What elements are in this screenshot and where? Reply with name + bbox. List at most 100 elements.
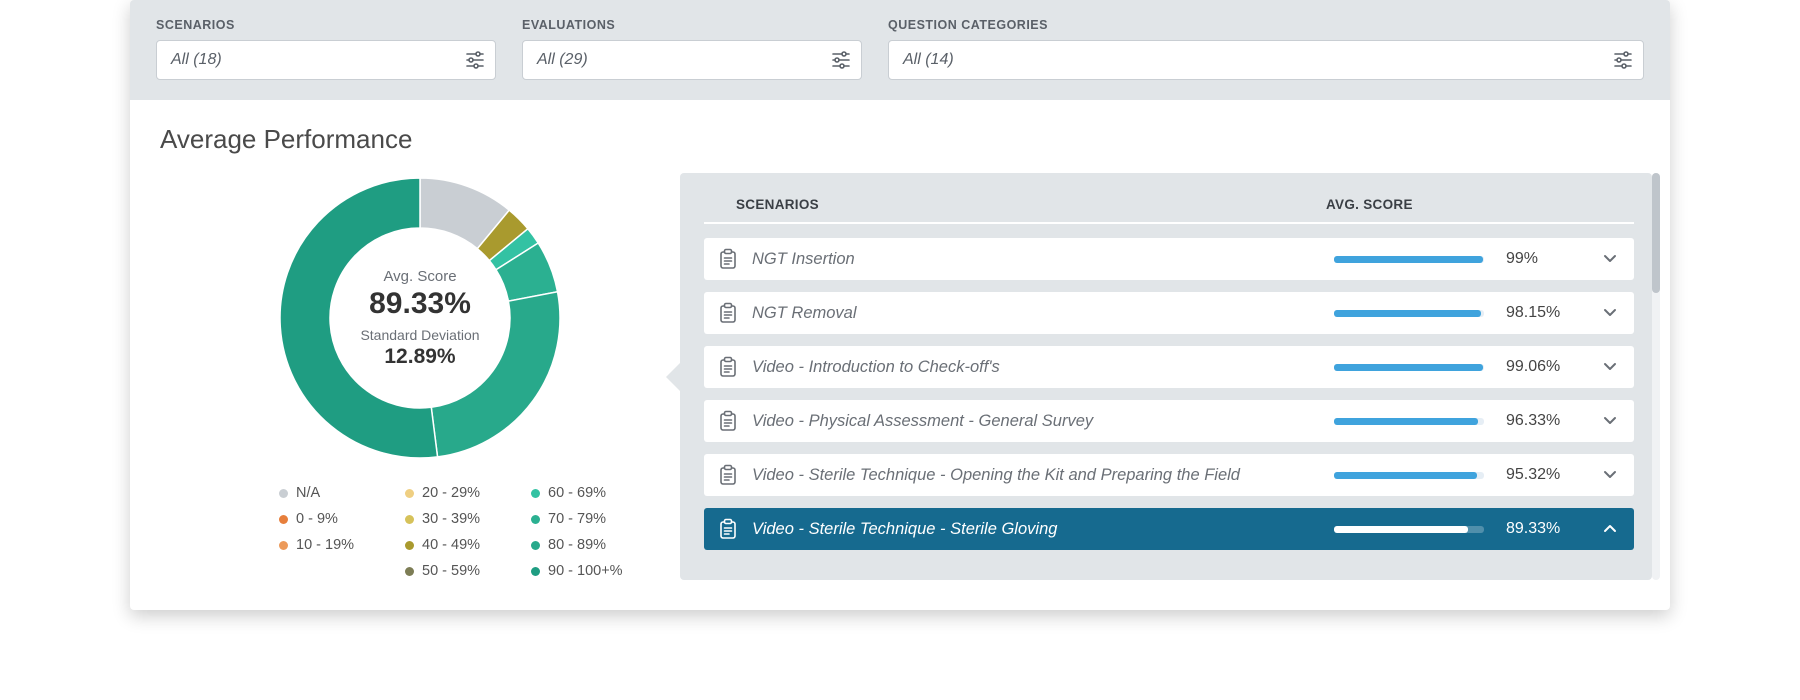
legend-item: 0 - 9%: [279, 511, 399, 527]
filter-scenarios-input[interactable]: All (18): [156, 40, 496, 80]
chevron-up-icon[interactable]: [1600, 524, 1620, 534]
filter-evaluations-label: EVALUATIONS: [522, 18, 862, 32]
donut-center: Avg. Score 89.33% Standard Deviation 12.…: [275, 173, 565, 463]
legend-dot: [405, 567, 414, 576]
scenario-score: 95.32%: [1506, 466, 1586, 484]
legend-item: 10 - 19%: [279, 537, 399, 553]
scenario-score: 96.33%: [1506, 412, 1586, 430]
legend-item: 70 - 79%: [531, 511, 651, 527]
legend-dot: [531, 515, 540, 524]
scenario-name: Video - Sterile Technique - Sterile Glov…: [752, 520, 1320, 539]
legend-item: 90 - 100+%: [531, 563, 651, 579]
scenario-row[interactable]: Video - Sterile Technique - Opening the …: [704, 454, 1634, 496]
legend-label: 50 - 59%: [422, 563, 480, 579]
sliders-icon: [465, 51, 485, 69]
filter-evaluations: EVALUATIONS All (29): [522, 18, 862, 80]
score-bar: [1334, 526, 1484, 533]
scenario-row[interactable]: NGT Insertion 99%: [704, 238, 1634, 280]
scenario-score: 98.15%: [1506, 304, 1586, 322]
score-bar: [1334, 418, 1484, 425]
scenario-name: NGT Insertion: [752, 250, 1320, 269]
donut-chart: Avg. Score 89.33% Standard Deviation 12.…: [160, 173, 680, 579]
clipboard-icon: [718, 248, 738, 270]
left-column: Avg. Score 89.33% Standard Deviation 12.…: [160, 173, 680, 580]
legend-label: N/A: [296, 485, 320, 501]
legend-dot: [405, 489, 414, 498]
scrollbar-thumb[interactable]: [1652, 173, 1660, 293]
scenario-row[interactable]: Video - Physical Assessment - General Su…: [704, 400, 1634, 442]
filter-evaluations-value: All (29): [537, 51, 588, 69]
filter-bar: SCENARIOS All (18) EVALUATIONS All (29): [130, 0, 1670, 100]
score-bar: [1334, 364, 1484, 371]
filter-question-categories: QUESTION CATEGORIES All (14): [888, 18, 1644, 80]
donut-legend: N/A 20 - 29% 60 - 69% 0 - 9% 30 - 39% 70 - 79…: [279, 485, 651, 579]
scenario-row[interactable]: NGT Removal 98.15%: [704, 292, 1634, 334]
filter-scenarios-value: All (18): [171, 51, 222, 69]
scenario-name: Video - Introduction to Check-off's: [752, 358, 1320, 377]
legend-item: 80 - 89%: [531, 537, 651, 553]
score-bar: [1334, 472, 1484, 479]
filter-question-categories-label: QUESTION CATEGORIES: [888, 18, 1644, 32]
legend-item: 60 - 69%: [531, 485, 651, 501]
scenario-rows: NGT Insertion 99% NGT Removal 98.15% Video -…: [704, 238, 1634, 550]
legend-item: 20 - 29%: [405, 485, 525, 501]
legend-item: 40 - 49%: [405, 537, 525, 553]
clipboard-icon: [718, 356, 738, 378]
body-area: Avg. Score 89.33% Standard Deviation 12.…: [130, 173, 1670, 610]
filter-scenarios: SCENARIOS All (18): [156, 18, 496, 80]
std-dev-value: 12.89%: [384, 345, 455, 369]
sliders-icon: [831, 51, 851, 69]
legend-label: 80 - 89%: [548, 537, 606, 553]
legend-dot: [531, 567, 540, 576]
legend-label: 10 - 19%: [296, 537, 354, 553]
scenario-score: 99.06%: [1506, 358, 1586, 376]
avg-score-label: Avg. Score: [383, 268, 456, 285]
legend-dot: [279, 489, 288, 498]
legend-dot: [531, 489, 540, 498]
chevron-down-icon[interactable]: [1600, 254, 1620, 264]
scenario-row[interactable]: Video - Introduction to Check-off's 99.06…: [704, 346, 1634, 388]
scenario-score: 89.33%: [1506, 520, 1586, 538]
filter-scenarios-label: SCENARIOS: [156, 18, 496, 32]
header-avg-score: AVG. SCORE: [1326, 197, 1626, 212]
std-dev-label: Standard Deviation: [360, 327, 479, 343]
page-title: Average Performance: [160, 124, 1652, 155]
legend-label: 30 - 39%: [422, 511, 480, 527]
scenario-name: Video - Sterile Technique - Opening the …: [752, 466, 1320, 485]
legend-dot: [531, 541, 540, 550]
legend-label: 40 - 49%: [422, 537, 480, 553]
legend-dot: [405, 515, 414, 524]
score-bar: [1334, 310, 1484, 317]
legend-label: 0 - 9%: [296, 511, 338, 527]
clipboard-icon: [718, 410, 738, 432]
legend-label: 70 - 79%: [548, 511, 606, 527]
scenario-row[interactable]: Video - Sterile Technique - Sterile Glov…: [704, 508, 1634, 550]
filter-question-categories-value: All (14): [903, 51, 954, 69]
chevron-down-icon[interactable]: [1600, 362, 1620, 372]
right-column: SCENARIOS AVG. SCORE NGT Insertion99%NGT…: [680, 173, 1652, 580]
filter-question-categories-input[interactable]: All (14): [888, 40, 1644, 80]
chevron-down-icon[interactable]: [1600, 308, 1620, 318]
score-bar: [1334, 256, 1484, 263]
scenario-name: NGT Removal: [752, 304, 1320, 323]
legend-item: 50 - 59%: [405, 563, 525, 579]
panel-headers: SCENARIOS AVG. SCORE: [704, 197, 1634, 224]
filter-evaluations-input[interactable]: All (29): [522, 40, 862, 80]
legend-dot: [279, 541, 288, 550]
clipboard-icon: [718, 302, 738, 324]
clipboard-icon: [718, 464, 738, 486]
avg-score-value: 89.33%: [369, 287, 471, 321]
legend-item: N/A: [279, 485, 399, 501]
chevron-down-icon[interactable]: [1600, 416, 1620, 426]
legend-label: 20 - 29%: [422, 485, 480, 501]
legend-dot: [405, 541, 414, 550]
clipboard-icon: [718, 518, 738, 540]
legend-item: 30 - 39%: [405, 511, 525, 527]
scenarios-panel: SCENARIOS AVG. SCORE NGT Insertion99%NGT…: [680, 173, 1652, 580]
legend-label: 60 - 69%: [548, 485, 606, 501]
scenario-score: 99%: [1506, 250, 1586, 268]
chevron-down-icon[interactable]: [1600, 470, 1620, 480]
header-scenarios: SCENARIOS: [736, 197, 1326, 212]
scenario-name: Video - Physical Assessment - General Su…: [752, 412, 1320, 431]
sliders-icon: [1613, 51, 1633, 69]
